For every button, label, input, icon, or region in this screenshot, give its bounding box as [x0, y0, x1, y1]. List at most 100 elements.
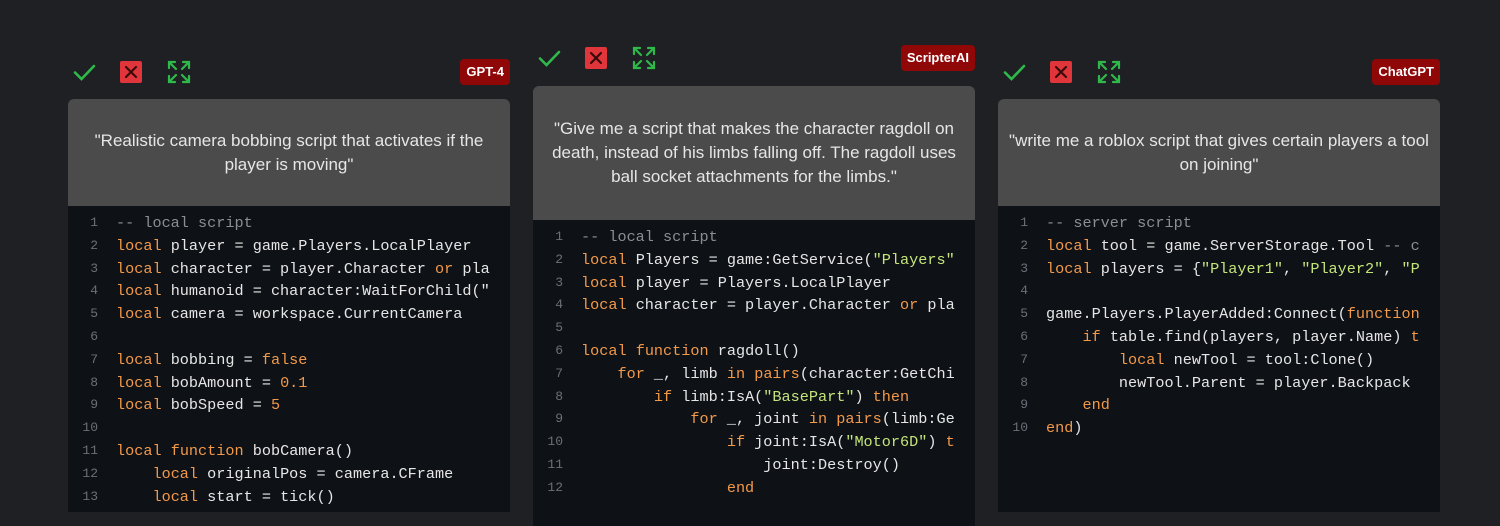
code-token: )	[854, 387, 873, 406]
panel-toolbar: ChatGPT	[998, 52, 1440, 92]
code-text: local player = Players.LocalPlayer	[581, 272, 975, 295]
code-text: local bobbing = false	[116, 349, 510, 372]
model-badge: ScripterAI	[900, 45, 975, 71]
close-icon[interactable]	[584, 46, 608, 70]
code-token: then	[872, 387, 910, 406]
code-token: (character:GetChi	[799, 364, 955, 383]
line-number: 4	[555, 297, 563, 313]
code-token: bobAmount =	[161, 373, 281, 392]
line-number: 5	[90, 306, 98, 322]
line-number: 1	[90, 215, 98, 230]
code-token: "Player2"	[1301, 259, 1384, 278]
code-token: for	[690, 410, 718, 429]
code-token: Players = game:GetService(	[626, 250, 873, 269]
code-token: for	[617, 364, 645, 383]
line-number: 10	[1012, 420, 1028, 436]
code-token: local	[1046, 236, 1092, 255]
code-line: 6 local function ragdoll()	[533, 340, 975, 363]
code-token: "Player1"	[1200, 259, 1283, 278]
code-line: 2 local player = game.Players.LocalPlayer	[68, 235, 510, 258]
code-text: if joint:IsA("Motor6D") t	[581, 431, 975, 454]
line-number: 3	[555, 274, 563, 290]
prompt-box: "Give me a script that makes the charact…	[533, 86, 975, 220]
code-token: game.Players.PlayerAdded:Connect(	[1046, 305, 1347, 324]
code-line: 4 local character = player.Character or p…	[533, 294, 975, 317]
expand-icon[interactable]	[632, 46, 656, 70]
code-text: if table.find(players, player.Name) t	[1046, 326, 1440, 349]
check-icon[interactable]	[72, 60, 96, 84]
code-line: 13 local start = tick()	[68, 486, 510, 509]
line-number: 7	[90, 351, 98, 367]
code-token: "Players"	[872, 250, 955, 269]
code-token: t	[945, 433, 955, 452]
code-token: local	[116, 441, 162, 460]
code-text: local bobAmount = 0.1	[116, 372, 510, 395]
code-text: local newTool = tool:Clone()	[1046, 349, 1440, 372]
code-token: players = {	[1091, 259, 1201, 278]
code-token: local	[152, 464, 199, 483]
code-line: 8 newTool.Parent = player.Backpack	[998, 372, 1440, 395]
code-token: end	[1082, 396, 1110, 415]
code-text: newTool.Parent = player.Backpack	[1046, 372, 1440, 395]
code-line: 8 local bobAmount = 0.1	[68, 372, 510, 395]
code-token: bobSpeed =	[161, 396, 271, 415]
code-token: t	[1410, 327, 1420, 346]
code-text: end	[1046, 394, 1440, 417]
code-token: local	[1118, 350, 1165, 369]
code-text: local player = game.Players.LocalPlayer	[116, 235, 510, 258]
code-line: 10 if joint:IsA("Motor6D") t	[533, 431, 975, 454]
prompt-text: "write me a roblox script that gives cer…	[1009, 130, 1429, 174]
check-icon[interactable]	[537, 46, 561, 70]
code-text: local Players = game:GetService("Players…	[581, 249, 975, 272]
line-number: 2	[1020, 237, 1028, 253]
panel-chatgpt: ChatGPT "write me a roblox script that g…	[998, 52, 1440, 512]
line-number: 7	[1020, 351, 1028, 367]
code-token: "P	[1401, 259, 1420, 278]
code-text: local humanoid = character:WaitForChild(…	[116, 280, 510, 303]
code-line: 2 local Players = game:GetService("Player…	[533, 249, 975, 272]
code-token: -- local script	[581, 228, 718, 246]
code-token: camera = workspace.CurrentCamera	[161, 305, 463, 324]
line-number: 4	[1020, 283, 1028, 299]
code-text: local players = {"Player1", "Player2", "…	[1046, 258, 1440, 281]
expand-icon[interactable]	[1097, 60, 1121, 84]
code-token: bobCamera()	[243, 441, 353, 460]
close-icon[interactable]	[119, 60, 143, 84]
check-icon[interactable]	[1002, 60, 1026, 84]
code-line: 5	[533, 317, 975, 340]
code-line: 5 local camera = workspace.CurrentCamera	[68, 303, 510, 326]
code-line: 8 if limb:IsA("BasePart") then	[533, 386, 975, 409]
code-line: 9 local bobSpeed = 5	[68, 394, 510, 417]
code-line: 10 end)	[998, 417, 1440, 440]
code-token: _, joint	[717, 410, 809, 429]
code-token: false	[261, 350, 308, 369]
code-token: local	[116, 396, 162, 415]
code-line: 9 end	[998, 394, 1440, 417]
code-text: local character = player.Character or pl…	[116, 258, 510, 281]
close-icon[interactable]	[1049, 60, 1073, 84]
line-number: 3	[90, 260, 98, 276]
code-text: local start = tick()	[116, 486, 510, 509]
code-token: if	[653, 387, 673, 406]
code-token: local	[581, 273, 627, 292]
panel-gpt4: GPT-4 "Realistic camera bobbing script t…	[68, 52, 510, 512]
line-number: 12	[82, 465, 98, 481]
line-number: 4	[90, 283, 98, 299]
code-token: local	[116, 282, 162, 301]
line-number: 10	[547, 434, 563, 450]
code-block: 1 -- local script 2 local Players = game:Ge…	[533, 220, 975, 526]
code-token: character = player.Character	[161, 259, 435, 278]
code-token: ,	[1282, 259, 1302, 278]
code-text: joint:Destroy()	[581, 454, 975, 477]
expand-icon[interactable]	[167, 60, 191, 84]
code-token: local	[581, 296, 627, 315]
